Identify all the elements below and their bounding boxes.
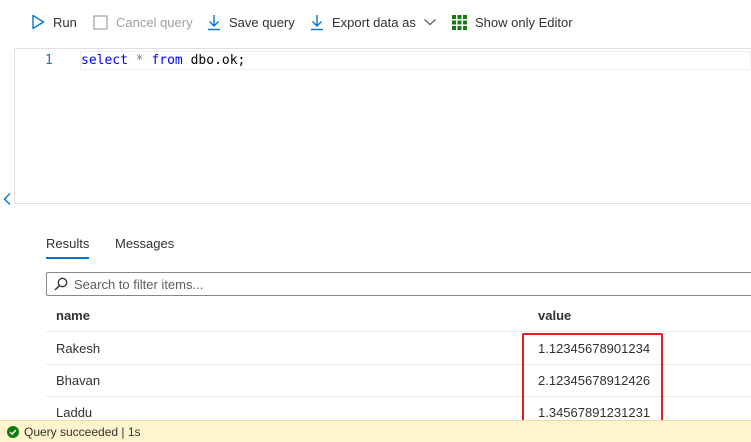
cell-name: Laddu bbox=[56, 405, 93, 420]
tab-results[interactable]: Results bbox=[46, 236, 90, 259]
export-data-label: Export data as bbox=[332, 14, 416, 30]
stop-icon bbox=[93, 14, 108, 30]
show-only-editor-label: Show only Editor bbox=[475, 14, 573, 30]
save-query-label: Save query bbox=[229, 14, 295, 30]
column-header-name[interactable]: name bbox=[56, 308, 90, 323]
search-icon bbox=[54, 277, 68, 291]
show-only-editor-button[interactable]: Show only Editor bbox=[452, 13, 573, 31]
collapse-panel-icon[interactable] bbox=[2, 192, 12, 206]
line-number: 1 bbox=[45, 53, 53, 68]
cancel-query-label: Cancel query bbox=[116, 14, 193, 30]
save-query-button[interactable]: Save query bbox=[207, 13, 295, 31]
table-name: dbo.ok; bbox=[190, 53, 246, 68]
keyword-select: select bbox=[81, 53, 128, 68]
keyword-from: from bbox=[151, 53, 183, 68]
check-circle-icon bbox=[7, 425, 19, 438]
cell-name: Bhavan bbox=[56, 373, 101, 388]
play-icon bbox=[32, 14, 45, 30]
query-toolbar: Run Cancel query Save query Export data … bbox=[0, 0, 751, 44]
status-text: Query succeeded | 1s bbox=[24, 424, 141, 439]
download-icon bbox=[311, 14, 323, 30]
run-label: Run bbox=[53, 14, 77, 30]
cancel-query-button[interactable]: Cancel query bbox=[93, 13, 193, 31]
grid-icon bbox=[452, 14, 467, 30]
chevron-down-icon bbox=[423, 19, 436, 26]
export-data-button[interactable]: Export data as bbox=[310, 13, 437, 31]
code-line[interactable]: select * from dbo.ok; bbox=[81, 53, 245, 68]
annotation-highlight-box bbox=[522, 333, 663, 426]
query-editor[interactable]: 1 select * from dbo.ok; bbox=[14, 48, 751, 204]
run-button[interactable]: Run bbox=[31, 13, 77, 31]
star-operator: * bbox=[135, 53, 144, 68]
cell-name: Rakesh bbox=[56, 341, 101, 356]
search-input[interactable] bbox=[74, 276, 674, 292]
tab-messages[interactable]: Messages bbox=[115, 236, 174, 251]
grid-header: name value bbox=[46, 300, 751, 332]
column-header-value[interactable]: value bbox=[538, 308, 571, 323]
download-icon bbox=[208, 14, 220, 30]
search-box bbox=[46, 272, 751, 296]
status-bar: Query succeeded | 1s bbox=[0, 420, 751, 442]
